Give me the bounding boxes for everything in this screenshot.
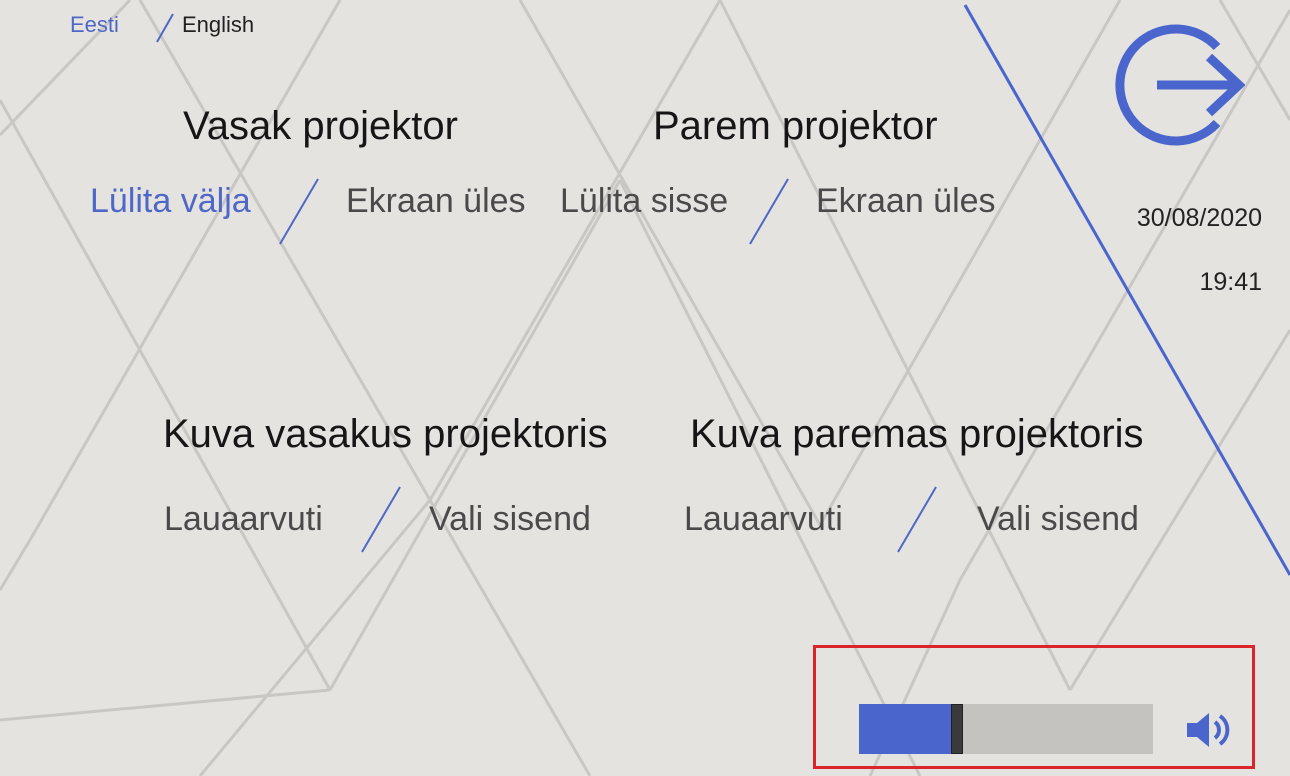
right-projector-separator bbox=[749, 178, 789, 245]
lang-estonian[interactable]: Eesti bbox=[70, 12, 119, 38]
exit-icon[interactable] bbox=[1105, 15, 1245, 155]
time-display: 19:41 bbox=[1199, 268, 1262, 296]
date-display: 30/08/2020 bbox=[1136, 204, 1262, 232]
left-display-separator bbox=[361, 486, 401, 553]
left-projector-separator bbox=[279, 178, 319, 245]
left-projector-power-button[interactable]: Lülita välja bbox=[90, 182, 251, 221]
speaker-icon[interactable] bbox=[1185, 710, 1233, 750]
lang-english[interactable]: English bbox=[182, 12, 254, 38]
volume-slider-handle[interactable] bbox=[951, 704, 963, 754]
left-projector-screen-button[interactable]: Ekraan üles bbox=[346, 182, 526, 221]
volume-slider-fill bbox=[859, 704, 953, 754]
right-projector-screen-button[interactable]: Ekraan üles bbox=[816, 182, 996, 221]
right-display-desktop-button[interactable]: Lauaarvuti bbox=[684, 500, 843, 539]
lang-separator bbox=[156, 13, 174, 43]
left-display-title: Kuva vasakus projektoris bbox=[163, 412, 608, 456]
right-display-separator bbox=[897, 486, 937, 553]
right-display-title: Kuva paremas projektoris bbox=[690, 412, 1144, 456]
left-projector-title: Vasak projektor bbox=[183, 104, 458, 148]
left-display-select-input-button[interactable]: Vali sisend bbox=[429, 500, 591, 539]
right-projector-power-button[interactable]: Lülita sisse bbox=[560, 182, 728, 221]
right-projector-title: Parem projektor bbox=[653, 104, 938, 148]
left-display-desktop-button[interactable]: Lauaarvuti bbox=[164, 500, 323, 539]
right-display-select-input-button[interactable]: Vali sisend bbox=[977, 500, 1139, 539]
